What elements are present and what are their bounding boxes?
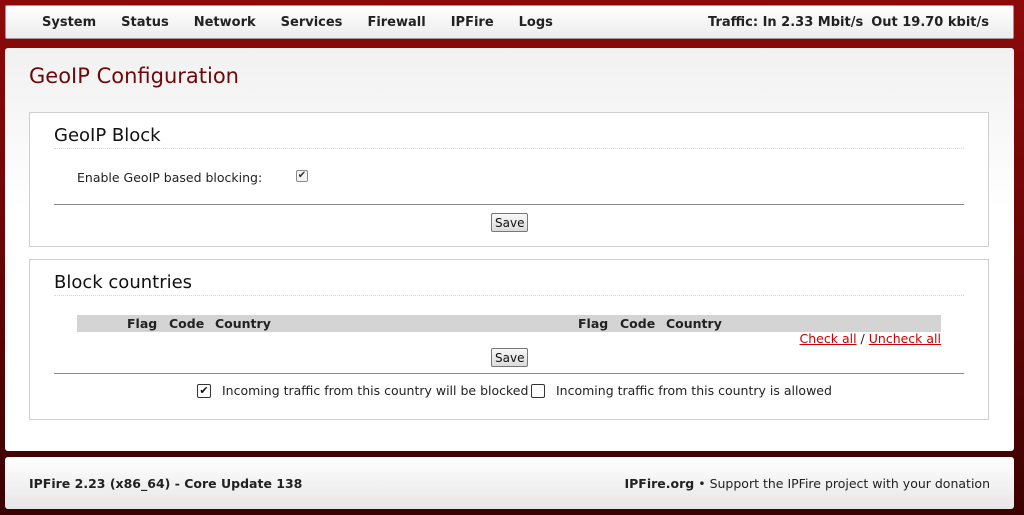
nav-ipfire[interactable]: IPFire: [451, 15, 494, 30]
section-title: GeoIP Block: [54, 125, 161, 146]
legend-allowed-text: Incoming traffic from this country is al…: [556, 383, 832, 398]
nav-system[interactable]: System: [42, 15, 96, 30]
page-title: GeoIP Configuration: [29, 64, 239, 88]
checkmark-icon: ✔: [297, 170, 307, 181]
col-flag-right: Flag: [578, 316, 609, 331]
save-geoip-button[interactable]: Save: [491, 213, 529, 232]
main-menu: System Status Network Services Firewall …: [42, 15, 578, 30]
section-separator: [54, 373, 964, 374]
enable-geoip-label: Enable GeoIP based blocking:: [77, 170, 263, 185]
donation-text: • Support the IPFire project with your d…: [698, 475, 990, 491]
col-flag-left: Flag: [127, 316, 158, 331]
col-country-right: Country: [666, 316, 722, 331]
version-info: IPFire 2.23 (x86_64) - Core Update 138: [29, 475, 303, 491]
checkmark-icon: ✔: [199, 384, 209, 397]
col-country-left: Country: [215, 316, 271, 331]
save-countries-button[interactable]: Save: [491, 348, 529, 367]
legend-unchecked-checkbox: [531, 384, 545, 398]
legend-checked-checkbox: ✔: [197, 384, 211, 398]
legend-blocked-text: Incoming traffic from this country will …: [222, 383, 529, 398]
check-links: Check all / Uncheck all: [800, 331, 941, 346]
section-title: Block countries: [54, 272, 193, 293]
col-code-right: Code: [620, 316, 656, 331]
nav-firewall[interactable]: Firewall: [367, 15, 425, 30]
footer: IPFire 2.23 (x86_64) - Core Update 138 I…: [5, 457, 1014, 509]
link-separator: /: [860, 331, 865, 346]
section-divider: [54, 148, 964, 149]
footer-support: IPFire.org • Support the IPFire project …: [625, 476, 991, 491]
section-divider: [54, 295, 964, 296]
traffic-status: Traffic: In 2.33 Mbit/s Out 19.70 kbit/s: [700, 15, 989, 30]
top-navigation-bar: System Status Network Services Firewall …: [5, 5, 1014, 39]
traffic-in: Traffic: In 2.33 Mbit/s: [708, 14, 864, 30]
nav-network[interactable]: Network: [194, 15, 256, 30]
ipfire-org-link[interactable]: IPFire.org: [625, 476, 695, 491]
geoip-block-section: GeoIP Block Enable GeoIP based blocking:…: [29, 112, 989, 247]
uncheck-all-link[interactable]: Uncheck all: [869, 331, 941, 346]
enable-geoip-checkbox[interactable]: ✔: [296, 170, 308, 182]
nav-logs[interactable]: Logs: [519, 15, 553, 30]
main-content: GeoIP Configuration GeoIP Block Enable G…: [5, 48, 1014, 451]
countries-table-header: Flag Code Country Flag Code Country: [77, 315, 941, 332]
check-all-link[interactable]: Check all: [800, 331, 857, 346]
block-countries-section: Block countries Flag Code Country Flag C…: [29, 259, 989, 420]
nav-services[interactable]: Services: [281, 15, 343, 30]
section-separator: [54, 204, 964, 205]
col-code-left: Code: [169, 316, 205, 331]
traffic-out: Out 19.70 kbit/s: [871, 14, 989, 30]
nav-status[interactable]: Status: [121, 15, 169, 30]
